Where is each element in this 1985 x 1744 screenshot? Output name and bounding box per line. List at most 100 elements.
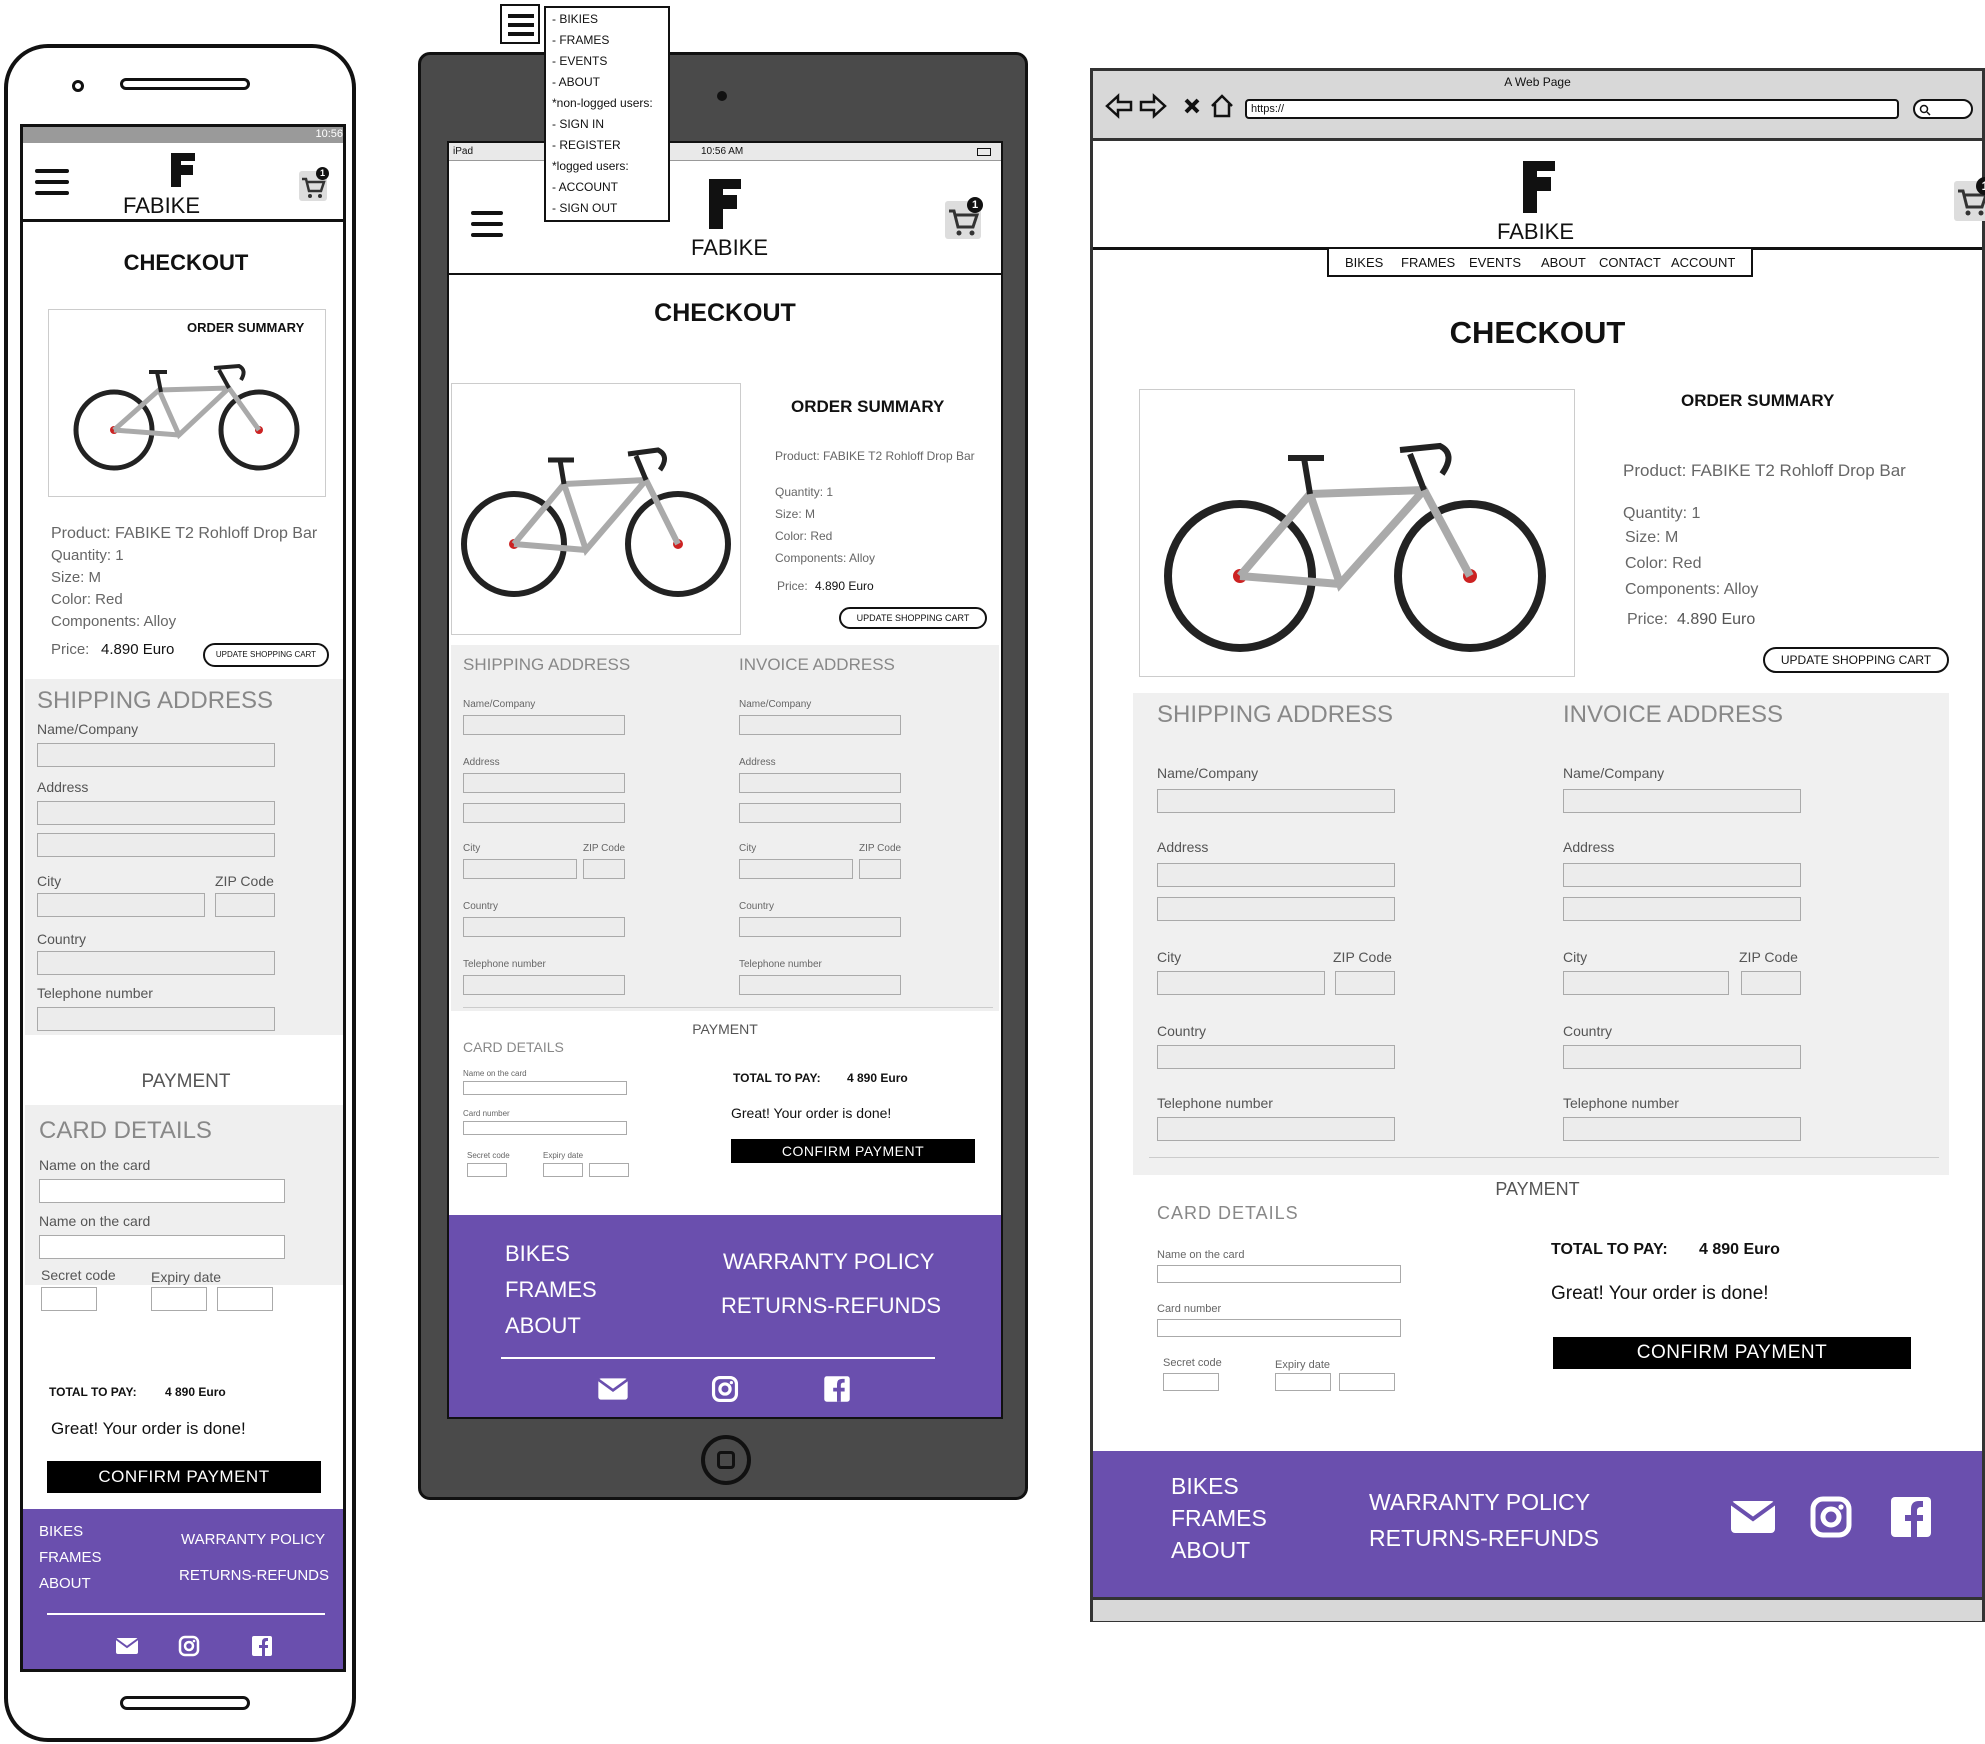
footer-link-frames[interactable]: FRAMES — [505, 1277, 597, 1303]
footer-link-returns[interactable]: RETURNS-REFUNDS — [1369, 1525, 1599, 1552]
invoice-address-field-2[interactable] — [1563, 897, 1801, 921]
hamburger-menu-icon[interactable] — [471, 211, 503, 237]
card-name-field[interactable] — [1157, 1265, 1401, 1283]
shipping-city-field[interactable] — [1157, 971, 1325, 995]
invoice-name-field[interactable] — [1563, 789, 1801, 813]
shipping-country-field[interactable] — [1157, 1045, 1395, 1069]
menu-item-events[interactable]: - EVENTS — [552, 54, 607, 68]
footer-link-frames[interactable]: FRAMES — [39, 1549, 102, 1566]
envelope-icon[interactable] — [115, 1637, 139, 1655]
invoice-country-field[interactable] — [739, 917, 901, 937]
url-bar[interactable]: https:// — [1245, 99, 1899, 119]
invoice-address-field-1[interactable] — [1563, 863, 1801, 887]
card-number-field[interactable] — [1157, 1319, 1401, 1337]
shipping-address-field-2[interactable] — [463, 803, 625, 823]
shipping-address-field-1[interactable] — [1157, 863, 1395, 887]
footer-link-warranty[interactable]: WARRANTY POLICY — [181, 1531, 325, 1548]
forward-arrow-icon[interactable] — [1139, 93, 1167, 119]
shipping-zip-field[interactable] — [1335, 971, 1395, 995]
shipping-name-field[interactable] — [1157, 789, 1395, 813]
confirm-payment-button[interactable]: CONFIRM PAYMENT — [731, 1139, 975, 1163]
expiry-month-field[interactable] — [1275, 1373, 1331, 1391]
invoice-telephone-field[interactable] — [1563, 1117, 1801, 1141]
secret-code-field[interactable] — [41, 1287, 97, 1311]
shipping-address-field-1[interactable] — [463, 773, 625, 793]
shipping-city-field[interactable] — [463, 859, 577, 879]
shipping-zip-field[interactable] — [215, 893, 275, 917]
facebook-icon[interactable] — [1889, 1495, 1933, 1539]
shipping-telephone-field[interactable] — [1157, 1117, 1395, 1141]
secret-code-field[interactable] — [1163, 1373, 1219, 1391]
menu-item-about[interactable]: - ABOUT — [552, 75, 600, 89]
menu-item-sign-in[interactable]: - SIGN IN — [552, 117, 604, 131]
secret-code-field[interactable] — [467, 1163, 507, 1177]
nav-events[interactable]: EVENTS — [1469, 255, 1521, 270]
update-cart-button[interactable]: UPDATE SHOPPING CART — [1763, 647, 1949, 673]
menu-item-sign-out[interactable]: - SIGN OUT — [552, 201, 617, 215]
facebook-icon[interactable] — [251, 1635, 273, 1657]
nav-bikes[interactable]: BIKES — [1345, 255, 1383, 270]
facebook-icon[interactable] — [823, 1375, 851, 1403]
confirm-payment-button[interactable]: CONFIRM PAYMENT — [47, 1461, 321, 1493]
invoice-telephone-field[interactable] — [739, 975, 901, 995]
envelope-icon[interactable] — [1729, 1499, 1777, 1535]
footer-link-about[interactable]: ABOUT — [39, 1575, 91, 1592]
footer-link-frames[interactable]: FRAMES — [1171, 1505, 1267, 1532]
footer-link-bikes[interactable]: BIKES — [1171, 1473, 1239, 1500]
footer-link-bikes[interactable]: BIKES — [39, 1523, 83, 1540]
nav-account[interactable]: ACCOUNT — [1671, 255, 1735, 270]
invoice-city-field[interactable] — [739, 859, 853, 879]
footer-link-warranty[interactable]: WARRANTY POLICY — [723, 1249, 934, 1275]
instagram-icon[interactable] — [711, 1375, 739, 1403]
expiry-year-field[interactable] — [217, 1287, 273, 1311]
nav-frames[interactable]: FRAMES — [1401, 255, 1455, 270]
invoice-address-field-1[interactable] — [739, 773, 901, 793]
shipping-telephone-field[interactable] — [463, 975, 625, 995]
cart-icon[interactable]: 1 — [945, 197, 983, 239]
update-cart-button[interactable]: UPDATE SHOPPING CART — [839, 607, 987, 629]
footer-link-about[interactable]: ABOUT — [505, 1313, 581, 1339]
cart-icon[interactable]: 1 — [1954, 177, 1985, 221]
instagram-icon[interactable] — [1809, 1495, 1853, 1539]
card-name-field[interactable] — [463, 1081, 627, 1095]
card-number-field[interactable] — [463, 1121, 627, 1135]
shipping-telephone-field[interactable] — [37, 1007, 275, 1031]
menu-item-bikies[interactable]: - BIKIES — [552, 12, 598, 26]
shipping-city-field[interactable] — [37, 893, 205, 917]
nav-about[interactable]: ABOUT — [1541, 255, 1586, 270]
cart-icon[interactable]: 1 — [299, 167, 329, 201]
shipping-name-field[interactable] — [37, 743, 275, 767]
menu-item-register[interactable]: - REGISTER — [552, 138, 621, 152]
confirm-payment-button[interactable]: CONFIRM PAYMENT — [1553, 1337, 1911, 1369]
footer-link-returns[interactable]: RETURNS-REFUNDS — [179, 1567, 329, 1584]
invoice-name-field[interactable] — [739, 715, 901, 735]
shipping-address-field-2[interactable] — [1157, 897, 1395, 921]
footer-link-warranty[interactable]: WARRANTY POLICY — [1369, 1489, 1590, 1516]
close-icon[interactable] — [1183, 97, 1201, 115]
footer-link-returns[interactable]: RETURNS-REFUNDS — [721, 1293, 941, 1319]
invoice-zip-field[interactable] — [1741, 971, 1801, 995]
back-arrow-icon[interactable] — [1105, 93, 1133, 119]
home-icon[interactable] — [1209, 93, 1235, 119]
invoice-country-field[interactable] — [1563, 1045, 1801, 1069]
shipping-address-field-2[interactable] — [37, 833, 275, 857]
shipping-country-field[interactable] — [463, 917, 625, 937]
invoice-address-field-2[interactable] — [739, 803, 901, 823]
instagram-icon[interactable] — [178, 1635, 200, 1657]
shipping-name-field[interactable] — [463, 715, 625, 735]
invoice-city-field[interactable] — [1563, 971, 1729, 995]
browser-search-field[interactable] — [1913, 99, 1973, 119]
menu-item-account[interactable]: - ACCOUNT — [552, 180, 618, 194]
envelope-icon[interactable] — [597, 1377, 629, 1401]
expiry-month-field[interactable] — [543, 1163, 583, 1177]
expiry-year-field[interactable] — [1339, 1373, 1395, 1391]
nav-contact[interactable]: CONTACT — [1599, 255, 1661, 270]
update-cart-button[interactable]: UPDATE SHOPPING CART — [203, 643, 329, 667]
shipping-country-field[interactable] — [37, 951, 275, 975]
shipping-zip-field[interactable] — [583, 859, 625, 879]
menu-item-frames[interactable]: - FRAMES — [552, 33, 609, 47]
card-name-field[interactable] — [39, 1179, 285, 1203]
card-number-field[interactable] — [39, 1235, 285, 1259]
invoice-zip-field[interactable] — [859, 859, 901, 879]
expiry-month-field[interactable] — [151, 1287, 207, 1311]
